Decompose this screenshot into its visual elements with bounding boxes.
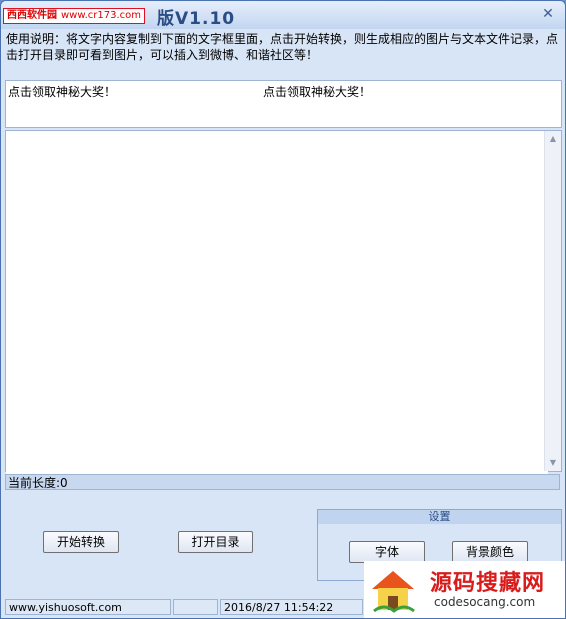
logo-main-text: 源码搜藏网 [430,571,546,596]
preview-box: 点击领取神秘大奖！ 点击领取神秘大奖！ [5,80,562,128]
watermark-badge: 西西软件园 www.cr173.com [3,8,146,24]
scroll-up-icon[interactable]: ▲ [545,131,561,147]
start-convert-button[interactable]: 开始转换 [43,531,119,553]
window-title-text: 版V1.10 [157,9,236,29]
scroll-down-icon[interactable]: ▼ [545,455,561,471]
title-bar[interactable]: 版V1.10 西西软件园 www.cr173.com ✕ [1,1,565,29]
settings-header: 设置 [318,510,561,524]
text-input[interactable] [6,131,548,475]
preview-text-left: 点击领取神秘大奖！ [8,85,117,99]
status-datetime: 2016/8/27 11:54:22 [220,599,363,615]
house-logo-icon [372,571,415,613]
status-empty-panel [173,599,218,615]
watermark-right: www.cr173.com [61,10,142,21]
logo-sub-text: codesocang.com [434,595,536,609]
editor-scrollbar[interactable]: ▲ ▼ [544,131,561,471]
text-editor[interactable]: ▲ ▼ [5,130,562,475]
preview-text-right: 点击领取神秘大奖！ [263,85,372,99]
site-logo: 源码搜藏网 codesocang.com [364,561,565,618]
background-color-button[interactable]: 背景颜色 [452,541,528,563]
close-icon[interactable]: ✕ [541,7,555,21]
watermark-left: 西西软件园 [7,10,57,21]
client-area: 使用说明：将文字内容复制到下面的文字框里面，点击开始转换，则生成相应的图片与文本… [1,29,565,618]
current-length-label: 当前长度:0 [5,474,560,490]
font-button[interactable]: 字体 [349,541,425,563]
instructions-text: 使用说明：将文字内容复制到下面的文字框里面，点击开始转换，则生成相应的图片与文本… [6,32,559,62]
main-window: 版V1.10 西西软件园 www.cr173.com ✕ 使用说明：将文字内容复制… [0,0,566,619]
open-directory-button[interactable]: 打开目录 [178,531,253,553]
status-website: www.yishuosoft.com [5,599,171,615]
